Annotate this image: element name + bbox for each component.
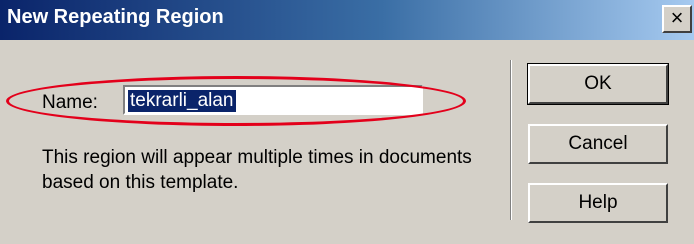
ok-button[interactable]: OK (527, 63, 669, 105)
dialog-title: New Repeating Region (7, 6, 224, 28)
vertical-separator (510, 60, 512, 220)
cancel-button[interactable]: Cancel (528, 124, 668, 164)
dialog-body: Name: tekrarli_alan This region will app… (0, 40, 694, 244)
help-button[interactable]: Help (528, 183, 668, 223)
title-bar: New Repeating Region × (0, 0, 694, 40)
close-icon: × (670, 5, 684, 30)
highlight-ellipse-annotation (6, 76, 466, 126)
close-button[interactable]: × (662, 5, 692, 33)
region-description: This region will appear multiple times i… (42, 147, 472, 193)
